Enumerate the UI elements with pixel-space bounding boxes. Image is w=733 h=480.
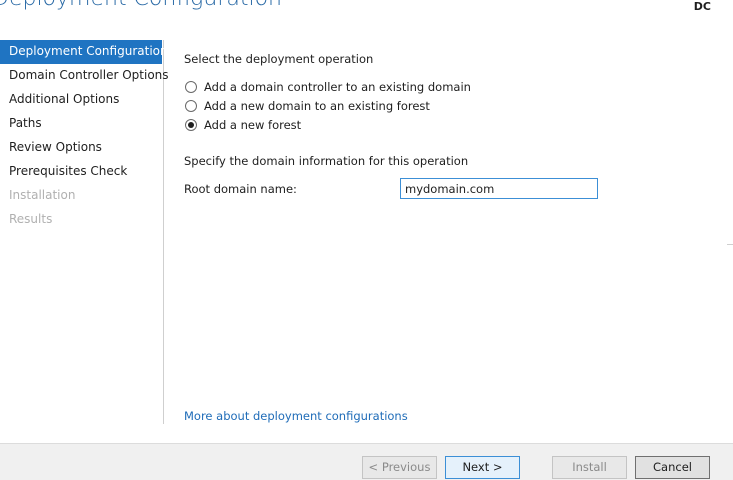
radio-button-selected-icon[interactable] — [185, 118, 197, 131]
server-name: DC — [693, 0, 711, 13]
option-label: Add a new forest — [204, 117, 302, 132]
root-domain-row: Root domain name: — [184, 178, 704, 200]
option-add-new-forest[interactable]: Add a new forest — [184, 115, 704, 134]
next-button[interactable]: Next > — [445, 456, 520, 479]
nav-item-domain-controller-options[interactable]: Domain Controller Options — [0, 64, 169, 88]
install-button[interactable]: Install — [552, 456, 627, 479]
radio-button-icon[interactable] — [185, 99, 197, 112]
option-add-dc-existing-domain[interactable]: Add a domain controller to an existing d… — [184, 77, 704, 96]
nav-item-review-options[interactable]: Review Options — [0, 136, 162, 160]
nav-item-results: Results — [9, 212, 53, 226]
nav-item-installation: Installation — [9, 188, 76, 202]
nav-item-prerequisites-check[interactable]: Prerequisites Check — [0, 160, 162, 184]
option-label: Add a domain controller to an existing d… — [204, 79, 471, 94]
option-label: Add a new domain to an existing forest — [204, 98, 430, 113]
option-add-domain-existing-forest[interactable]: Add a new domain to an existing forest — [184, 96, 704, 115]
domain-info-section: Specify the domain information for this … — [184, 154, 704, 200]
wizard-navigation: Deployment Configuration Domain Controll… — [0, 40, 169, 424]
root-domain-label: Root domain name: — [184, 182, 297, 196]
operation-heading: Select the deployment operation — [184, 52, 374, 66]
domain-heading: Specify the domain information for this … — [184, 154, 469, 168]
more-about-deployment-link[interactable]: More about deployment configurations — [184, 409, 408, 423]
wizard-footer: < Previous Next > Install Cancel — [0, 443, 733, 480]
previous-button[interactable]: < Previous — [362, 456, 437, 479]
nav-item-paths[interactable]: Paths — [0, 112, 162, 136]
cancel-button[interactable]: Cancel — [635, 456, 710, 479]
page-title: Deployment Configuration — [0, 0, 282, 11]
pane-divider — [727, 244, 733, 245]
radio-button-icon[interactable] — [185, 80, 197, 93]
root-domain-input[interactable] — [400, 178, 598, 199]
nav-item-deployment-configuration[interactable]: Deployment Configuration — [0, 40, 168, 64]
operation-options: Add a domain controller to an existing d… — [184, 77, 704, 134]
nav-item-additional-options[interactable]: Additional Options — [0, 88, 162, 112]
main-content: Select the deployment operation Add a do… — [184, 52, 704, 200]
